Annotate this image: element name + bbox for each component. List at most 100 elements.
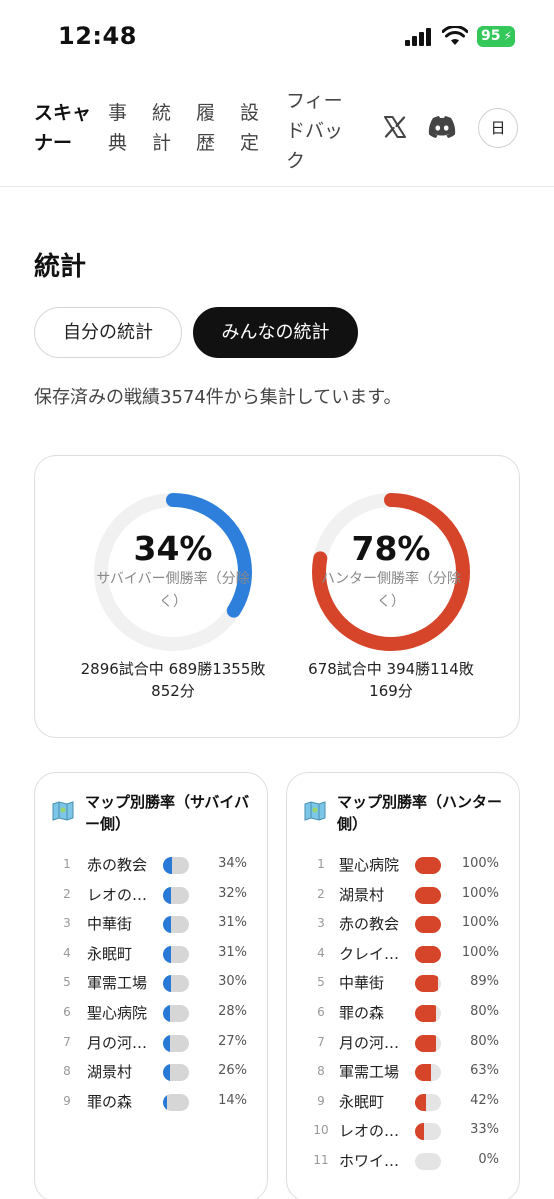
rank-number: 1 xyxy=(317,857,325,871)
nav-feedback[interactable]: フィー ドバッ ク xyxy=(286,86,350,176)
list-item: 5 軍需工場 30% xyxy=(35,969,269,999)
winrate-bar-fill xyxy=(163,916,172,934)
winrate-bar xyxy=(163,857,189,874)
winrate-bar-fill xyxy=(163,975,171,993)
hunter-map-list: 1 聖心病院 100% 2 湖景村 100% 3 赤の教会 100% 4 クレイ… 100% 5 中華街 8… xyxy=(287,851,521,1177)
map-name: 罪の森 xyxy=(87,1092,133,1111)
map-name: 湖景村 xyxy=(87,1063,133,1082)
map-name: レオの… xyxy=(339,1122,400,1141)
winrate-bar xyxy=(415,975,441,993)
list-item: 11 ホワイ… 0% xyxy=(287,1147,521,1177)
winrate-bar xyxy=(163,1034,189,1052)
hunter-record-line1: 678試合中 394勝114敗 xyxy=(308,660,474,678)
map-name: 永眠町 xyxy=(339,1092,385,1111)
map-name: 赤の教会 xyxy=(87,856,148,874)
map-name: 軍需工場 xyxy=(87,974,148,993)
nav-scanner[interactable]: スキャ ナー xyxy=(34,98,98,158)
winrate-percent: 100% xyxy=(461,856,499,871)
rank-number: 8 xyxy=(317,1064,325,1079)
winrate-bar xyxy=(163,975,189,993)
tab-my-stats[interactable]: 自分の統計 xyxy=(34,307,182,358)
hunter-map-winrate-card: マップ別勝率（ハンター側） 1 聖心病院 100% 2 湖景村 100% 3 赤の教会 100%… xyxy=(286,772,520,1199)
winrate-bar xyxy=(415,916,441,934)
map-icon xyxy=(52,801,74,821)
winrate-bar xyxy=(163,1004,189,1022)
top-nav: スキャ ナー 事 典 統 計 履 歴 設 定 フィー ドバッ ク 日 xyxy=(0,70,554,187)
discord-icon[interactable] xyxy=(427,115,457,139)
survivor-winrate-percent: 34% xyxy=(133,529,213,568)
x-logo-icon[interactable] xyxy=(383,115,407,139)
winrate-bar xyxy=(163,1064,189,1082)
battery-indicator: 95 ⚡ xyxy=(477,26,515,47)
rank-number: 11 xyxy=(313,1152,329,1167)
winrate-percent: 100% xyxy=(461,944,499,960)
list-item: 8 湖景村 26% xyxy=(35,1058,269,1088)
winrate-bar-fill xyxy=(163,1093,167,1111)
winrate-bar xyxy=(415,1064,441,1082)
winrate-bar-fill xyxy=(163,1004,171,1022)
nav-history[interactable]: 履 歴 xyxy=(196,98,220,158)
list-item: 6 聖心病院 28% xyxy=(35,999,269,1029)
winrate-bar xyxy=(163,1093,189,1111)
winrate-percent: 28% xyxy=(218,1003,247,1019)
list-item: 1 聖心病院 100% xyxy=(287,851,521,881)
survivor-record: 2896試合中 689勝1355敗 852分 xyxy=(63,658,283,702)
rank-number: 3 xyxy=(317,916,325,931)
winrate-bar xyxy=(415,886,441,904)
rank-number: 6 xyxy=(317,1004,325,1019)
list-item: 4 永眠町 31% xyxy=(35,940,269,970)
status-time: 12:48 xyxy=(58,22,137,50)
winrate-percent: 31% xyxy=(218,915,247,931)
winrate-percent: 30% xyxy=(218,974,247,990)
winrate-percent: 27% xyxy=(218,1033,247,1049)
survivor-map-list: 1 赤の教会 34% 2 レオの… 32% 3 中華街 31% 4 永眠町 31% 5 軍需工場 30% 6 聖… xyxy=(35,851,269,1117)
hunter-map-title: マップ別勝率（ハンター側） xyxy=(337,793,503,833)
winrate-bar xyxy=(415,1152,441,1170)
nav-settings[interactable]: 設 定 xyxy=(240,98,264,158)
survivor-map-title: マップ別勝率（サバイバー側） xyxy=(85,793,250,833)
map-name: 聖心病院 xyxy=(339,856,400,874)
hunter-record: 678試合中 394勝114敗 169分 xyxy=(281,658,501,702)
winrate-bar xyxy=(415,1123,441,1141)
map-name: 軍需工場 xyxy=(339,1063,400,1082)
list-item: 5 中華街 89% xyxy=(287,969,521,999)
overall-winrate-card: 34% サバイバー側勝率（分除く） 2896試合中 689勝1355敗 852分… xyxy=(34,455,520,738)
language-button[interactable]: 日 xyxy=(478,108,518,148)
winrate-bar xyxy=(415,857,441,874)
winrate-percent: 31% xyxy=(218,944,247,960)
rank-number: 6 xyxy=(63,1004,71,1019)
hunter-winrate-label: ハンター側勝率（分除く） xyxy=(321,571,461,610)
winrate-bar xyxy=(163,916,189,934)
winrate-bar xyxy=(163,886,189,904)
winrate-bar-fill xyxy=(415,975,439,993)
map-name: クレイ… xyxy=(339,944,400,963)
winrate-percent: 14% xyxy=(218,1092,247,1108)
winrate-bar-fill xyxy=(415,1064,432,1082)
list-item: 4 クレイ… 100% xyxy=(287,940,521,970)
nav-stats[interactable]: 統 計 xyxy=(152,98,176,158)
winrate-percent: 80% xyxy=(470,1003,499,1019)
map-name: 中華街 xyxy=(87,915,133,934)
winrate-bar-fill xyxy=(163,857,172,874)
hunter-winrate-percent: 78% xyxy=(351,529,431,568)
rank-number: 2 xyxy=(63,886,71,901)
rank-number: 9 xyxy=(63,1093,71,1108)
list-item: 8 軍需工場 63% xyxy=(287,1058,521,1088)
list-item: 2 レオの… 32% xyxy=(35,881,269,911)
map-name: ホワイ… xyxy=(339,1151,400,1170)
winrate-bar-fill xyxy=(415,857,441,874)
list-item: 9 永眠町 42% xyxy=(287,1088,521,1118)
page-title: 統計 xyxy=(34,252,87,282)
winrate-percent: 26% xyxy=(218,1063,247,1079)
tab-everyone-stats[interactable]: みんなの統計 xyxy=(193,307,358,358)
nav-dictionary[interactable]: 事 典 xyxy=(108,98,132,158)
winrate-bar-fill xyxy=(415,886,441,904)
map-name: 聖心病院 xyxy=(87,1003,148,1022)
winrate-bar-fill xyxy=(163,886,172,904)
winrate-bar-fill xyxy=(415,916,441,934)
survivor-record-line2: 852分 xyxy=(151,682,195,700)
winrate-bar-fill xyxy=(415,1004,436,1022)
map-name: 月の河… xyxy=(339,1033,400,1052)
rank-number: 2 xyxy=(317,886,325,901)
map-name: 湖景村 xyxy=(339,885,385,904)
